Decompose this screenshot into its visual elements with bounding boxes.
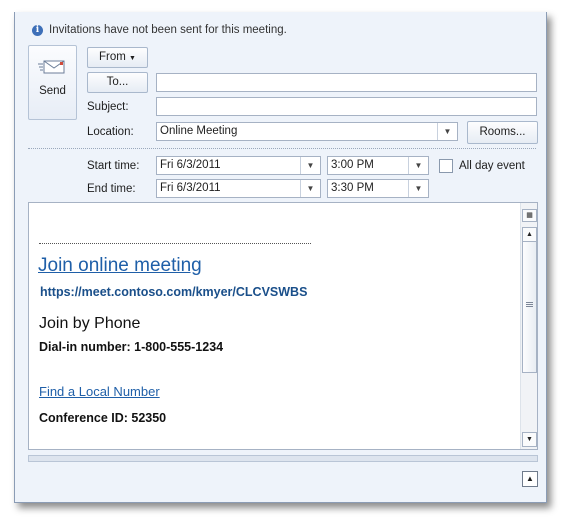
meeting-window: i Invitations have not been sent for thi… bbox=[14, 12, 547, 503]
to-button[interactable]: To... bbox=[87, 72, 148, 93]
scroll-down-icon[interactable]: ▼ bbox=[522, 432, 537, 447]
all-day-event-checkbox[interactable]: All day event bbox=[439, 159, 525, 173]
info-bar-text: Invitations have not been sent for this … bbox=[49, 24, 287, 36]
chevron-down-icon[interactable]: ▼ bbox=[437, 123, 457, 140]
chevron-down-icon[interactable]: ▼ bbox=[300, 157, 320, 174]
join-online-meeting-link[interactable]: Join online meeting bbox=[38, 255, 202, 277]
start-time-label: Start time: bbox=[87, 160, 140, 172]
start-date-picker[interactable]: Fri 6/3/2011 ▼ bbox=[156, 156, 321, 175]
start-time-picker[interactable]: 3:00 PM ▼ bbox=[327, 156, 429, 175]
location-label: Location: bbox=[87, 126, 134, 138]
message-body[interactable]: Join online meeting https://meet.contoso… bbox=[28, 202, 538, 450]
start-time-value: 3:00 PM bbox=[331, 159, 374, 171]
rooms-button[interactable]: Rooms... bbox=[467, 121, 538, 144]
separator-line bbox=[39, 243, 311, 244]
end-date-picker[interactable]: Fri 6/3/2011 ▼ bbox=[156, 179, 321, 198]
location-combobox[interactable]: Online Meeting ▼ bbox=[156, 122, 458, 141]
header-divider bbox=[28, 148, 536, 149]
end-time-label: End time: bbox=[87, 183, 136, 195]
from-button[interactable]: From ▼ bbox=[87, 47, 148, 68]
join-by-phone-heading: Join by Phone bbox=[39, 315, 141, 332]
info-icon: i bbox=[32, 24, 43, 36]
find-local-number-link[interactable]: Find a Local Number bbox=[39, 384, 160, 399]
vertical-scrollbar[interactable]: ▦ ▲ ▼ bbox=[520, 203, 537, 449]
to-label: To... bbox=[106, 76, 129, 88]
from-label: From bbox=[99, 51, 126, 63]
rooms-label: Rooms... bbox=[479, 126, 526, 138]
envelope-icon bbox=[38, 59, 66, 78]
location-value: Online Meeting bbox=[160, 125, 238, 137]
resize-icon[interactable]: ▲ bbox=[522, 471, 538, 487]
all-day-event-label: All day event bbox=[459, 160, 525, 172]
end-date-value: Fri 6/3/2011 bbox=[160, 182, 221, 194]
subject-field[interactable] bbox=[156, 97, 537, 116]
end-time-picker[interactable]: 3:30 PM ▼ bbox=[327, 179, 429, 198]
scroll-options-icon[interactable]: ▦ bbox=[522, 209, 537, 222]
chevron-down-icon[interactable]: ▼ bbox=[300, 180, 320, 197]
to-field[interactable] bbox=[156, 73, 537, 92]
subject-label: Subject: bbox=[87, 101, 129, 113]
scroll-thumb[interactable] bbox=[522, 241, 537, 373]
start-date-value: Fri 6/3/2011 bbox=[160, 159, 221, 171]
dial-in-number: Dial-in number: 1-800-555-1234 bbox=[39, 340, 224, 354]
scroll-up-icon[interactable]: ▲ bbox=[522, 227, 537, 242]
end-time-value: 3:30 PM bbox=[331, 182, 374, 194]
checkbox-box[interactable] bbox=[439, 159, 453, 173]
conference-id: Conference ID: 52350 bbox=[39, 411, 167, 425]
send-button[interactable]: Send bbox=[28, 45, 77, 120]
chevron-down-icon: ▼ bbox=[129, 55, 136, 62]
meeting-url[interactable]: https://meet.contoso.com/kmyer/CLCVSWBS bbox=[40, 285, 307, 299]
send-label: Send bbox=[39, 85, 66, 97]
info-bar: i Invitations have not been sent for thi… bbox=[32, 24, 287, 36]
chevron-down-icon[interactable]: ▼ bbox=[408, 180, 428, 197]
pane-splitter[interactable] bbox=[28, 455, 538, 462]
chevron-down-icon[interactable]: ▼ bbox=[408, 157, 428, 174]
